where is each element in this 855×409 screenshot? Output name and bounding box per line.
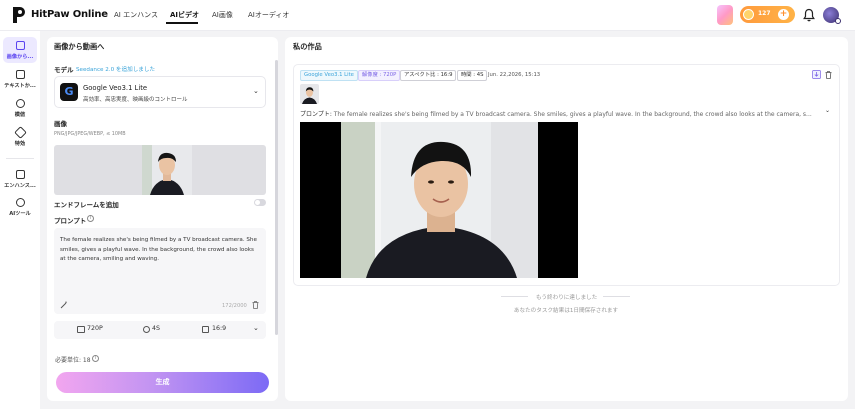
download-icon[interactable] (812, 70, 821, 79)
duration-value[interactable]: 4S (152, 325, 160, 332)
enhance-icon (16, 170, 25, 179)
image-upload-area[interactable] (54, 145, 266, 195)
sidebar-item-label: 画像から... (6, 54, 34, 60)
sidebar-item-enhance[interactable]: エンハンス... (3, 166, 37, 192)
sidebar-item-label: 特効 (14, 141, 26, 147)
ai-tools-icon (16, 198, 25, 207)
avatar-badge-icon (835, 18, 841, 24)
tab-ai-audio[interactable]: AIオーディオ (248, 10, 289, 20)
sidebar-item-ai-tools[interactable]: AIツール (3, 194, 37, 220)
prompt-textarea[interactable]: The female realizes she's being filmed b… (54, 228, 266, 314)
tab-ai-enhance[interactable]: AI エンハンス (114, 10, 158, 20)
credits-pill[interactable]: 127 + (740, 6, 795, 23)
aspect-ratio-value[interactable]: 16:9 (212, 325, 226, 332)
model-label: モデル (54, 66, 74, 74)
end-divider-left (501, 296, 528, 297)
sidebar-item-image-to-video[interactable]: 画像から... (3, 37, 37, 63)
model-description: 高効率、高忠実度、映画級のコントロール (83, 97, 188, 103)
clock-icon (143, 326, 150, 333)
tag-aspect-ratio: アスペクト比 : 16:9 (400, 70, 457, 81)
chevron-down-icon[interactable]: ⌄ (253, 324, 259, 332)
sidebar-item-label: テキストか... (4, 83, 36, 89)
bell-icon[interactable] (803, 8, 815, 22)
sidebar-divider (6, 158, 34, 159)
prompt-text[interactable]: The female realizes she's being filmed b… (60, 236, 260, 265)
sidebar-item-label: AIツール (9, 211, 31, 217)
tag-duration: 時間 : 4S (457, 70, 488, 81)
work-date: Jun. 22,2026, 15:13 (488, 72, 541, 78)
hitpaw-logo-icon[interactable] (12, 6, 26, 24)
chevron-down-icon[interactable]: ⌄ (253, 87, 259, 95)
video-player[interactable] (300, 122, 578, 278)
top-bar: HitPaw Online AI エンハンス AIビデオ AI画像 AIオーディ… (0, 0, 855, 31)
tab-ai-image[interactable]: AI画像 (212, 10, 233, 20)
add-credits-icon[interactable]: + (778, 9, 789, 20)
work-prompt: プロンプト: The female realizes she's being f… (300, 109, 820, 118)
end-frame-label: エンドフレームを追加 (54, 201, 119, 209)
model-name: Google Veo3.1 Lite (83, 84, 148, 92)
end-divider-right (603, 296, 630, 297)
resolution-icon (77, 326, 85, 333)
char-counter: 172/2000 (222, 303, 247, 309)
active-tab-indicator (166, 22, 198, 24)
sidebar-item-label: エンハンス... (4, 183, 36, 189)
scrollbar[interactable] (275, 60, 278, 335)
source-image-thumbnail[interactable] (300, 84, 319, 104)
trash-icon[interactable] (252, 301, 259, 309)
model-note[interactable]: Seedance 2.0 を追加しました (76, 65, 155, 73)
google-logo-icon: G (60, 83, 78, 101)
generate-button[interactable]: 生成 (56, 372, 269, 393)
coin-icon (743, 9, 754, 20)
end-frame-toggle[interactable] (254, 199, 266, 206)
promo-card-icon[interactable] (717, 5, 733, 25)
work-prompt-text: The female realizes she's being filmed b… (333, 111, 812, 118)
required-units: 必要単位: 18 (55, 357, 91, 364)
magic-wand-icon[interactable] (60, 301, 68, 309)
panel-title: 画像から動画へ (54, 42, 105, 51)
sidebar-item-imitate[interactable]: 模倣 (3, 95, 37, 121)
imitate-icon (16, 99, 25, 108)
model-select[interactable]: G Google Veo3.1 Lite 高効率、高忠実度、映画級のコントロール… (54, 76, 266, 108)
image-label: 画像 (54, 120, 67, 128)
tab-ai-video[interactable]: AIビデオ (170, 10, 199, 20)
chevron-down-icon[interactable]: ⌄ (825, 107, 830, 114)
sidebar: 画像から... テキストか... 模倣 特効 エンハンス... AIツール (0, 31, 40, 409)
aspect-ratio-icon (202, 326, 209, 333)
image-format-hint: PNG/JPG/JPEG/WEBP, ≤ 10MB (54, 131, 126, 137)
effects-icon (14, 126, 27, 139)
text-to-video-icon (16, 70, 25, 79)
end-of-list-text: もう終わりに達しました (536, 295, 598, 301)
tag-model: Google Veo3.1 Lite (300, 70, 358, 81)
my-works-title: 私の作品 (293, 42, 322, 51)
resolution-value[interactable]: 720P (87, 325, 103, 332)
trash-icon[interactable] (825, 71, 832, 79)
sidebar-item-effects[interactable]: 特効 (3, 124, 37, 150)
sidebar-item-text-to-video[interactable]: テキストか... (3, 66, 37, 92)
info-icon[interactable]: i (87, 215, 94, 222)
sidebar-item-label: 模倣 (14, 112, 26, 118)
retention-note: あなたのタスク結果は1日間保存されます (513, 308, 619, 314)
info-icon[interactable]: i (92, 355, 99, 362)
prompt-label: プロンプト (54, 217, 87, 225)
video-settings-row[interactable]: 720P 4S 16:9 ⌄ (54, 321, 266, 339)
credits-count: 127 (758, 10, 771, 17)
image-to-video-icon (16, 41, 25, 50)
tag-resolution: 解像度 : 720P (358, 70, 401, 81)
brand-name[interactable]: HitPaw Online (31, 9, 108, 20)
prompt-prefix: プロンプト: (300, 111, 332, 118)
uploaded-image[interactable] (142, 145, 192, 195)
video-frame[interactable] (341, 122, 538, 278)
